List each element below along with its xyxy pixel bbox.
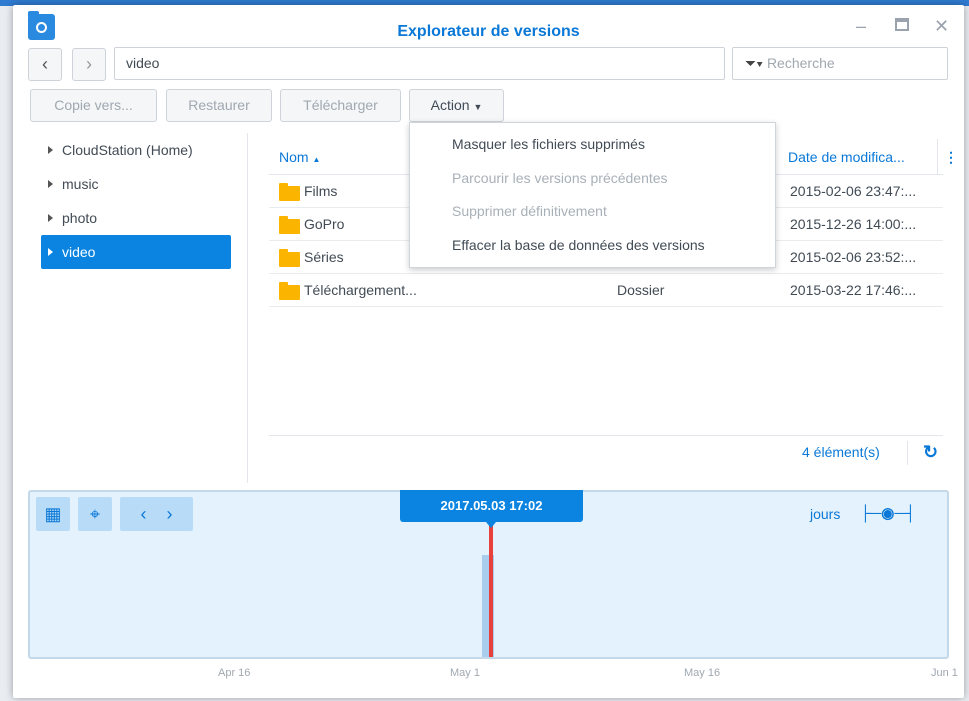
next-icon[interactable]: › xyxy=(167,504,173,524)
copy-to-button[interactable]: Copie vers... xyxy=(30,89,157,122)
locate-icon[interactable]: ⌖ xyxy=(78,497,112,531)
calendar-icon[interactable]: ▦ xyxy=(36,497,70,531)
close-icon[interactable]: ✕ xyxy=(934,16,949,37)
file-date: 2015-12-26 14:00:... xyxy=(790,216,917,232)
forward-button[interactable]: › xyxy=(72,48,106,81)
file-name: Téléchargement... xyxy=(304,282,417,298)
grid-footer: 4 élément(s) ↻ xyxy=(269,435,943,468)
caret-down-icon: ▼ xyxy=(473,102,483,112)
selected-time-tooltip: 2017.05.03 17:02 xyxy=(400,490,583,528)
menu-item-hide-deleted[interactable]: Masquer les fichiers supprimés xyxy=(410,128,775,162)
tree-item-cloudstation[interactable]: CloudStation (Home) xyxy=(41,133,231,167)
file-type: Dossier xyxy=(617,282,665,298)
tree-item-photo[interactable]: photo xyxy=(41,201,231,235)
timeline-nav: ‹ › xyxy=(120,497,193,531)
item-count: 4 élément(s) xyxy=(802,444,880,460)
column-options-icon[interactable]: ⋮ xyxy=(937,139,958,175)
folder-icon xyxy=(279,216,300,234)
window-title: Explorateur de versions xyxy=(397,23,580,40)
tree-item-video[interactable]: video xyxy=(41,235,231,269)
search-input[interactable]: ⏷▾ Recherche xyxy=(732,47,948,80)
search-placeholder: Recherche xyxy=(766,55,835,71)
folder-icon xyxy=(279,249,300,267)
back-button[interactable]: ‹ xyxy=(28,48,62,81)
column-name[interactable]: Nom ▲ xyxy=(279,139,320,178)
column-date[interactable]: Date de modifica... xyxy=(788,139,905,175)
divider xyxy=(247,133,248,483)
axis-tick: May 1 xyxy=(450,667,480,679)
column-name-label: Nom xyxy=(279,149,309,165)
tree-item-music[interactable]: music xyxy=(41,167,231,201)
zoom-slider[interactable]: ├─◉─┤ xyxy=(860,504,916,522)
file-name: Films xyxy=(304,183,338,199)
axis-tick: Jun 1 xyxy=(931,667,958,679)
minimize-icon[interactable]: – xyxy=(856,16,866,37)
restore-button[interactable]: Restaurer xyxy=(166,89,272,122)
prev-icon[interactable]: ‹ xyxy=(140,504,146,524)
menu-item-browse-versions[interactable]: Parcourir les versions précédentes xyxy=(410,162,775,196)
version-explorer-window: Explorateur de versions – ✕ ‹ › video ⏷▾… xyxy=(13,5,964,698)
action-menu: Masquer les fichiers supprimés Parcourir… xyxy=(409,122,776,268)
file-date: 2015-02-06 23:52:... xyxy=(790,249,917,265)
menu-item-delete-permanently[interactable]: Supprimer définitivement xyxy=(410,195,775,229)
folder-tree: CloudStation (Home) music photo video xyxy=(41,133,231,269)
sort-asc-icon: ▲ xyxy=(312,155,321,164)
time-marker[interactable] xyxy=(489,522,493,657)
menu-item-clear-database[interactable]: Effacer la base de données des versions xyxy=(410,229,775,263)
action-button[interactable]: Action ▼ xyxy=(409,89,504,122)
file-name: Séries xyxy=(304,249,344,265)
file-date: 2015-03-22 17:46:... xyxy=(790,282,917,298)
maximize-icon[interactable] xyxy=(895,18,909,31)
folder-icon xyxy=(279,183,300,201)
action-label: Action xyxy=(430,97,470,113)
folder-icon xyxy=(279,282,300,300)
axis-tick: May 16 xyxy=(684,667,721,679)
axis-tick: Apr 16 xyxy=(218,667,251,679)
path-input[interactable]: video xyxy=(114,47,725,80)
scale-label: jours xyxy=(810,506,841,522)
table-row[interactable]: Téléchargement... Dossier 2015-03-22 17:46… xyxy=(269,274,943,307)
refresh-icon[interactable]: ↻ xyxy=(923,442,938,463)
download-button[interactable]: Télécharger xyxy=(280,89,401,122)
file-name: GoPro xyxy=(304,216,345,232)
filter-icon[interactable]: ⏷▾ xyxy=(745,55,763,71)
file-date: 2015-02-06 23:47:... xyxy=(790,183,917,199)
